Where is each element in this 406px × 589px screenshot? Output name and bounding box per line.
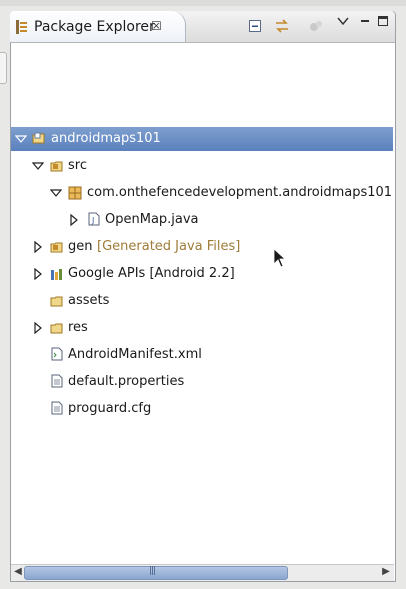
text-file-icon (51, 401, 63, 415)
package-explorer-icon (15, 19, 29, 35)
view-title: Package Explorer (34, 19, 155, 35)
assets-label: assets (68, 293, 110, 308)
tree-row-default-properties[interactable]: default.properties (11, 370, 393, 394)
tree-row-project[interactable]: androidmaps101 (11, 127, 393, 151)
scrollbar-thumb[interactable]: ||| (24, 566, 288, 580)
maximize-button[interactable] (374, 12, 392, 30)
chevron-down-icon (337, 17, 349, 26)
package-icon (68, 186, 82, 200)
package-label: com.onthefencedevelopment.androidmaps101 (87, 185, 393, 200)
text-file-icon (51, 374, 63, 388)
filter-button[interactable] (307, 17, 325, 35)
gen-decoration: [Generated Java Files] (97, 239, 241, 254)
tree-row-manifest[interactable]: AndroidManifest.xml (11, 343, 393, 367)
collapsed-arrow-icon[interactable] (32, 241, 44, 253)
scrollbar-grip: ||| (149, 566, 156, 576)
xml-file-icon (51, 347, 63, 361)
openmap-label: OpenMap.java (105, 212, 199, 227)
collapse-all-icon (249, 20, 261, 32)
folder-icon (50, 296, 63, 307)
google-apis-label: Google APIs [Android 2.2] (68, 266, 235, 281)
expanded-arrow-icon[interactable] (32, 160, 44, 172)
tree-row-proguard[interactable]: proguard.cfg (11, 397, 393, 421)
res-label: res (68, 320, 88, 335)
close-icon[interactable]: ☒ (151, 19, 163, 33)
svg-text:J: J (91, 216, 94, 225)
scroll-left-icon[interactable]: ◀ (12, 565, 24, 579)
folder-icon (50, 323, 63, 334)
link-with-editor-icon (276, 19, 288, 33)
link-with-editor-button[interactable] (273, 17, 291, 35)
collapsed-arrow-icon[interactable] (68, 214, 80, 226)
maximize-icon (378, 16, 388, 26)
gen-label: gen (68, 239, 93, 254)
minimize-icon (361, 20, 369, 22)
project-label: androidmaps101 (51, 131, 161, 146)
library-icon (51, 269, 62, 280)
filter-icon (310, 21, 322, 31)
tree-row-gen[interactable]: gen [Generated Java Files] (11, 235, 393, 259)
collapsed-arrow-icon[interactable] (32, 268, 44, 280)
view-menu-button[interactable] (334, 12, 352, 30)
scroll-right-icon[interactable]: ▶ (380, 565, 392, 579)
tree-row-package[interactable]: com.onthefencedevelopment.androidmaps101 (11, 181, 393, 205)
expanded-arrow-icon[interactable] (50, 187, 62, 199)
tree-row-assets[interactable]: assets (11, 289, 393, 313)
manifest-label: AndroidManifest.xml (68, 347, 202, 362)
collapsed-arrow-icon[interactable] (32, 322, 44, 334)
tree-row-openmap[interactable]: J OpenMap.java (11, 208, 393, 232)
adjacent-view-edge (0, 52, 7, 84)
tree-row-google-apis[interactable]: Google APIs [Android 2.2] (11, 262, 393, 286)
java-file-icon: J (88, 212, 100, 226)
expanded-arrow-icon[interactable] (15, 133, 27, 145)
proguard-label: proguard.cfg (68, 401, 152, 416)
source-folder-icon (50, 242, 63, 253)
source-folder-icon (50, 161, 63, 172)
mouse-cursor-icon (273, 248, 287, 268)
minimize-button[interactable] (356, 12, 374, 30)
tree-row-src[interactable]: src (11, 154, 393, 178)
tree-row-res[interactable]: res (11, 316, 393, 340)
project-folder-icon (32, 132, 45, 144)
default-properties-label: default.properties (68, 374, 185, 389)
collapse-all-button[interactable] (246, 17, 264, 35)
top-edge (0, 0, 406, 6)
src-label: src (68, 158, 87, 173)
